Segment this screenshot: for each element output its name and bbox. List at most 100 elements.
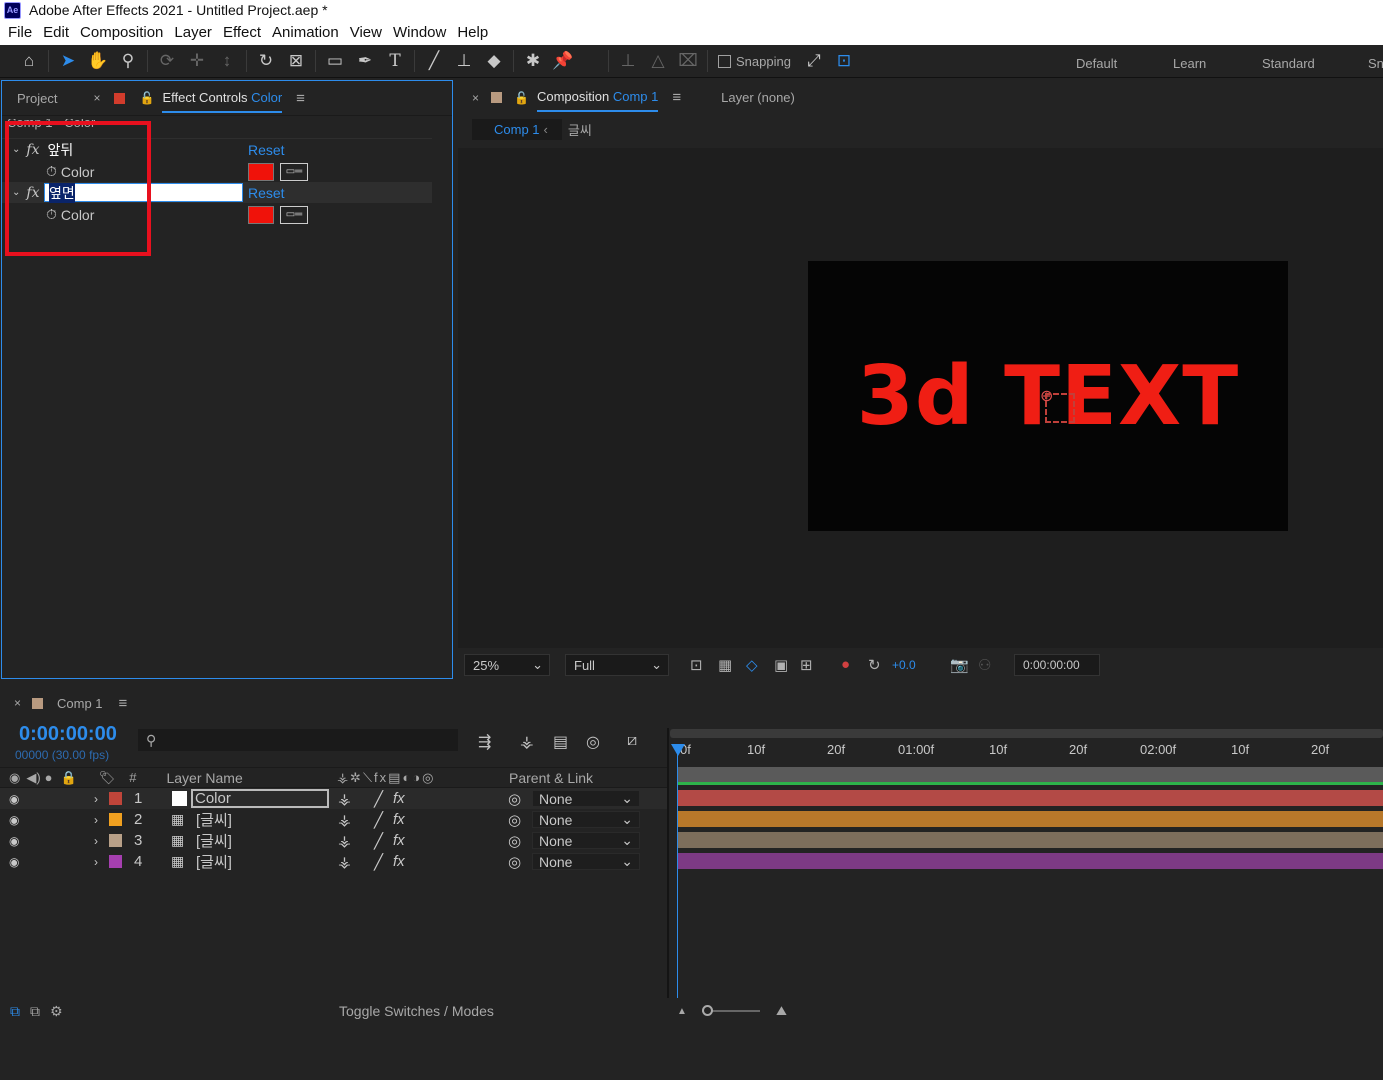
eye-icon[interactable]: ◉ bbox=[9, 834, 19, 848]
transfer-controls-icon[interactable]: ⧉ bbox=[30, 1003, 40, 1020]
column-parent-link[interactable]: Parent & Link bbox=[509, 770, 593, 786]
composition-viewer[interactable]: 3d TEXT ⊕ bbox=[458, 148, 1383, 648]
region-of-interest-icon[interactable]: ▣ bbox=[774, 656, 788, 674]
eyedropper-icon[interactable]: ▭═ bbox=[280, 205, 308, 224]
toggle-switches-modes[interactable]: Toggle Switches / Modes bbox=[339, 1003, 494, 1019]
quality-switch-icon[interactable]: ╱ bbox=[374, 790, 383, 808]
zoom-slider-thumb[interactable] bbox=[702, 1005, 713, 1016]
orbit-camera-icon[interactable]: ⟳ bbox=[152, 47, 182, 75]
pickwhip-icon[interactable]: ◎ bbox=[508, 832, 521, 850]
world-axis-icon[interactable]: △ bbox=[643, 47, 673, 75]
eye-icon[interactable]: ◉ bbox=[9, 855, 19, 869]
zoom-slider[interactable] bbox=[702, 1005, 760, 1016]
tab-project[interactable]: Project bbox=[17, 91, 57, 106]
reset-button[interactable]: Reset bbox=[248, 142, 285, 158]
quality-switch-icon[interactable]: ╱ bbox=[374, 832, 383, 850]
color-swatch[interactable] bbox=[248, 205, 274, 224]
chevron-left-icon[interactable]: ‹ bbox=[544, 122, 548, 137]
tab-comp1[interactable]: Comp 1 bbox=[57, 696, 103, 711]
lock-icon[interactable]: 🔓 bbox=[139, 91, 154, 105]
eye-icon[interactable]: ◉ bbox=[9, 792, 19, 806]
channels-icon[interactable]: ● bbox=[841, 656, 850, 673]
selection-tool-icon[interactable]: ➤ bbox=[53, 47, 83, 75]
effect-switch-icon[interactable]: fx bbox=[393, 832, 405, 849]
current-time[interactable]: 0:00:00:00 bbox=[19, 723, 117, 746]
rotation-tool-icon[interactable]: ↻ bbox=[251, 47, 281, 75]
shy-switch-icon[interactable]: ⚶ bbox=[338, 853, 351, 871]
label-color[interactable] bbox=[109, 834, 122, 847]
tab-effect-controls[interactable]: Effect Controls Color bbox=[162, 84, 283, 113]
layer-row[interactable]: ◉ › 4 ▦ [글씨] ⚶ ╱ fx ◎ None ⌄ bbox=[0, 851, 668, 872]
pickwhip-icon[interactable]: ◎ bbox=[508, 811, 521, 829]
render-time-icon[interactable]: ⚙ bbox=[50, 1003, 63, 1020]
snapping-checkbox[interactable] bbox=[718, 54, 731, 68]
workspace-standard[interactable]: Standard bbox=[1262, 56, 1315, 71]
menu-view[interactable]: View bbox=[350, 24, 382, 41]
solo-icon[interactable]: ● bbox=[45, 770, 53, 785]
type-tool-icon[interactable]: T bbox=[380, 47, 410, 75]
reset-exposure-icon[interactable]: ↻ bbox=[868, 656, 881, 674]
pan-camera-icon[interactable]: ✛ bbox=[182, 47, 212, 75]
label-color[interactable] bbox=[109, 792, 122, 805]
resolution-dropdown[interactable]: Full ⌄ bbox=[565, 654, 669, 676]
label-icon[interactable]: 🏷 bbox=[99, 770, 116, 786]
parent-dropdown[interactable]: None ⌄ bbox=[532, 790, 640, 807]
motion-blur-icon[interactable]: ◎ bbox=[586, 732, 600, 752]
eyedropper-icon[interactable]: ▭═ bbox=[280, 162, 308, 181]
shy-switch-icon[interactable]: ⚶ bbox=[338, 811, 351, 829]
brush-tool-icon[interactable]: ╱ bbox=[419, 47, 449, 75]
layer-bar[interactable] bbox=[678, 790, 1383, 806]
comp-mini-flowchart-icon[interactable]: ⇶ bbox=[478, 732, 491, 752]
expand-chevron-icon[interactable]: › bbox=[94, 813, 98, 827]
parent-dropdown[interactable]: None ⌄ bbox=[532, 811, 640, 828]
tab-composition[interactable]: Composition Comp 1 bbox=[536, 83, 659, 112]
snapping-toggle[interactable]: Snapping bbox=[718, 54, 791, 69]
layer-name[interactable]: [글씨] bbox=[196, 830, 232, 851]
hand-tool-icon[interactable]: ✋ bbox=[83, 47, 113, 75]
pickwhip-icon[interactable]: ◎ bbox=[508, 790, 521, 808]
layer-name[interactable]: Color bbox=[191, 789, 329, 808]
panel-menu-icon[interactable]: ≡ bbox=[672, 89, 681, 106]
tab-layer[interactable]: Layer (none) bbox=[721, 90, 795, 105]
parent-dropdown[interactable]: None ⌄ bbox=[532, 853, 640, 870]
color-swatch[interactable] bbox=[248, 162, 274, 181]
view-axis-icon[interactable]: ⌧ bbox=[673, 47, 703, 75]
close-icon[interactable]: × bbox=[14, 696, 21, 710]
eye-icon[interactable]: ◉ bbox=[9, 770, 20, 786]
layer-bar[interactable] bbox=[678, 811, 1383, 827]
local-axis-icon[interactable]: ⊥ bbox=[613, 47, 643, 75]
panel-menu-icon[interactable]: ≡ bbox=[296, 90, 305, 107]
zoom-tool-icon[interactable]: ⚲ bbox=[113, 47, 143, 75]
lock-icon[interactable]: 🔒 bbox=[61, 770, 77, 786]
menu-effect[interactable]: Effect bbox=[223, 24, 261, 41]
lock-icon[interactable]: 🔓 bbox=[514, 91, 529, 105]
menu-composition[interactable]: Composition bbox=[80, 24, 163, 41]
pen-tool-icon[interactable]: ✒ bbox=[350, 47, 380, 75]
fast-preview-icon[interactable]: ⊡ bbox=[690, 656, 703, 674]
eye-icon[interactable]: ◉ bbox=[9, 813, 19, 827]
clone-stamp-tool-icon[interactable]: ⊥ bbox=[449, 47, 479, 75]
layer-row[interactable]: ◉ › 2 ▦ [글씨] ⚶ ╱ fx ◎ None ⌄ bbox=[0, 809, 668, 830]
layer-name[interactable]: [글씨] bbox=[196, 851, 232, 872]
puppet-pin-tool-icon[interactable]: 📌 bbox=[548, 47, 578, 75]
layer-row[interactable]: ◉ › 3 ▦ [글씨] ⚶ ╱ fx ◎ None ⌄ bbox=[0, 830, 668, 851]
zoom-out-icon[interactable]: ▲ bbox=[677, 1006, 687, 1017]
workspace-default[interactable]: Default bbox=[1076, 56, 1117, 71]
menu-animation[interactable]: Animation bbox=[272, 24, 339, 41]
layer-name[interactable]: [글씨] bbox=[196, 809, 232, 830]
layer-bar[interactable] bbox=[678, 832, 1383, 848]
menu-file[interactable]: File bbox=[8, 24, 32, 41]
work-area-bar[interactable] bbox=[670, 729, 1383, 738]
expand-chevron-icon[interactable]: › bbox=[94, 792, 98, 806]
eraser-tool-icon[interactable]: ◆ bbox=[479, 47, 509, 75]
panel-menu-icon[interactable]: ≡ bbox=[119, 695, 128, 712]
layer-row[interactable]: ◉ › 1 Color ⚶ ╱ fx ◎ None ⌄ bbox=[0, 788, 668, 809]
time-ruler[interactable]: 0f 10f 20f 01:00f 10f 20f 02:00f 10f 20f bbox=[670, 738, 1383, 762]
comp-stage[interactable]: 3d TEXT ⊕ bbox=[808, 261, 1288, 531]
zoom-dropdown[interactable]: 25% ⌄ bbox=[464, 654, 550, 676]
transparency-grid-icon[interactable]: ▦ bbox=[718, 656, 732, 674]
menu-window[interactable]: Window bbox=[393, 24, 446, 41]
home-icon[interactable]: ⌂ bbox=[14, 47, 44, 75]
graph-editor-icon[interactable]: ⧄ bbox=[627, 732, 637, 750]
effect-switch-icon[interactable]: fx bbox=[393, 790, 405, 807]
